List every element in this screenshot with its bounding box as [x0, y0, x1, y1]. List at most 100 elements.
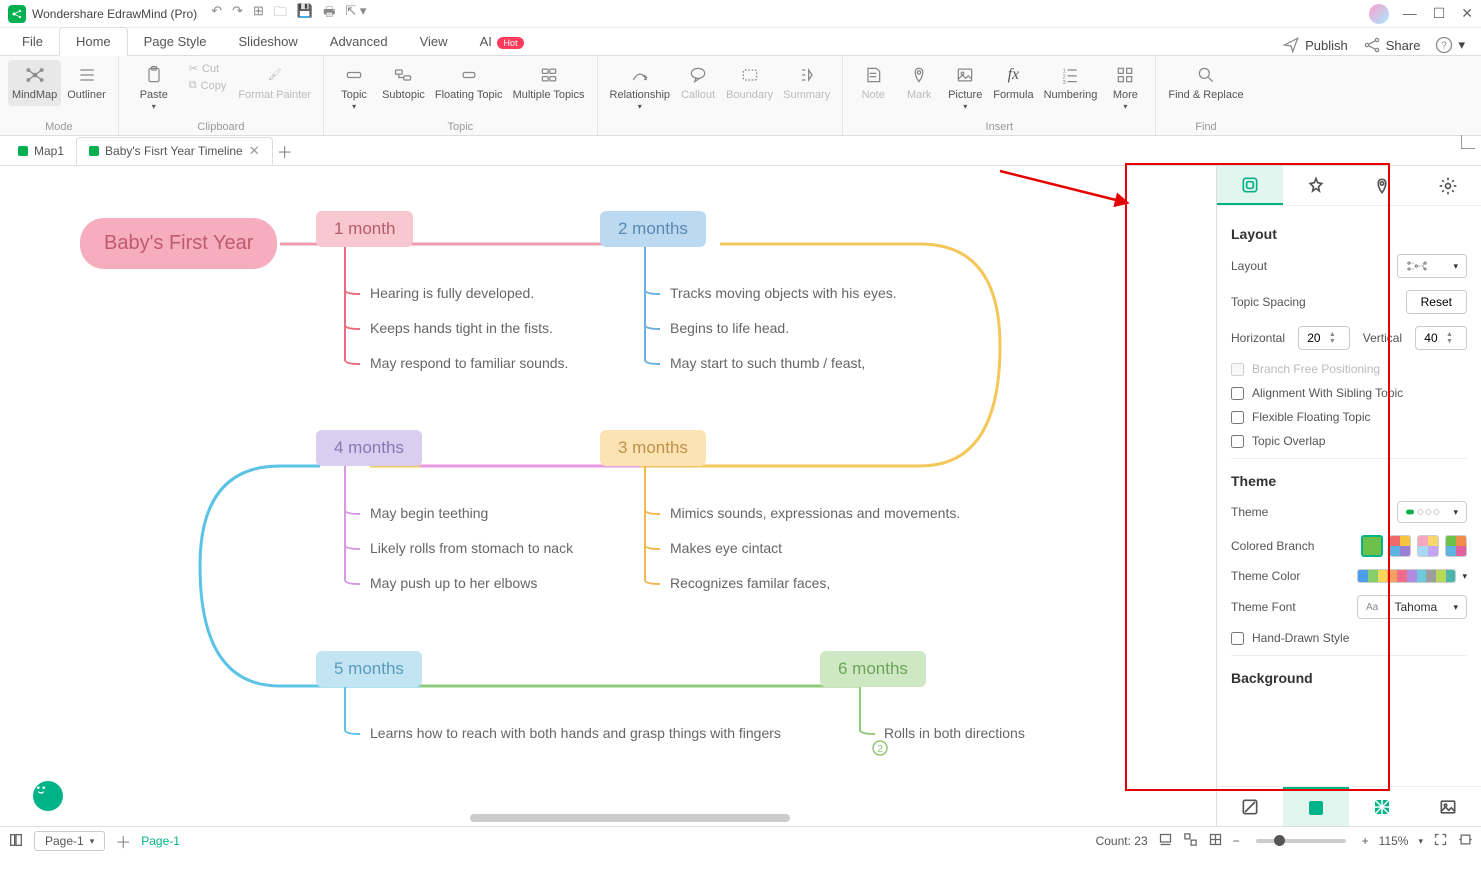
root-topic[interactable]: Baby's First Year	[80, 218, 277, 269]
leaf-m5-0[interactable]: Learns how to reach with both hands and …	[370, 725, 781, 741]
leaf-m6-0[interactable]: Rolls in both directions	[884, 725, 1025, 741]
status-icon-1[interactable]	[1158, 832, 1173, 850]
leaf-m3-1[interactable]: Makes eye cintact	[670, 540, 782, 556]
publish-button[interactable]: Publish	[1281, 35, 1348, 55]
multiple-topics-button[interactable]: Multiple Topics	[509, 60, 589, 106]
vertical-input[interactable]: ▲▼	[1415, 326, 1467, 350]
floating-topic-button[interactable]: Floating Topic	[431, 60, 507, 106]
boundary-button[interactable]: Boundary	[722, 60, 777, 106]
topic-1month[interactable]: 1 month	[316, 211, 413, 247]
user-avatar-icon[interactable]	[1369, 4, 1389, 24]
mindmap-mode-button[interactable]: MindMap	[8, 60, 61, 106]
add-page-button[interactable]: ＋	[115, 829, 131, 853]
maximize-button[interactable]: ☐	[1433, 5, 1446, 22]
subtopic-button[interactable]: Subtopic	[378, 60, 429, 106]
numbering-button[interactable]: 123Numbering	[1040, 60, 1102, 106]
open-icon[interactable]: 🗀	[274, 3, 287, 25]
more-button[interactable]: More▾	[1103, 60, 1147, 117]
collapse-ribbon-icon[interactable]	[1461, 135, 1475, 149]
paste-button[interactable]: Paste▾	[127, 60, 181, 117]
close-tab-icon[interactable]: ✕	[249, 143, 260, 159]
outline-toggle-icon[interactable]	[8, 832, 24, 851]
note-button[interactable]: Note	[851, 60, 895, 106]
redo-icon[interactable]: ↷	[232, 3, 243, 25]
menu-ai[interactable]: AI Hot	[464, 28, 540, 55]
menu-slideshow[interactable]: Slideshow	[223, 28, 314, 55]
bg-tab-none-icon[interactable]	[1217, 787, 1283, 826]
topic-4months[interactable]: 4 months	[316, 430, 422, 466]
formula-button[interactable]: fxFormula	[989, 60, 1037, 106]
doctab-map1[interactable]: Map1	[6, 137, 76, 165]
clipboard-group-label: Clipboard	[197, 121, 244, 133]
app-logo	[8, 5, 26, 23]
format-painter-button[interactable]: 🖌Format Painter	[234, 60, 315, 106]
mark-button[interactable]: Mark	[897, 60, 941, 106]
leaf-m1-1[interactable]: Keeps hands tight in the fists.	[370, 320, 553, 336]
assistant-fab-icon[interactable]	[33, 781, 63, 811]
topic-5months[interactable]: 5 months	[316, 651, 422, 687]
menu-home[interactable]: Home	[59, 27, 128, 56]
leaf-m2-1[interactable]: Begins to life head.	[670, 320, 789, 336]
share-button[interactable]: Share	[1362, 35, 1421, 55]
undo-icon[interactable]: ↶	[211, 3, 222, 25]
topic-button[interactable]: Topic▾	[332, 60, 376, 117]
minimize-button[interactable]: —	[1403, 5, 1417, 22]
doctab-baby[interactable]: Baby's Fisrt Year Timeline✕	[76, 137, 273, 165]
bg-tab-image-icon[interactable]	[1415, 787, 1481, 826]
canvas-scrollbar[interactable]	[470, 814, 790, 822]
leaf-m4-1[interactable]: Likely rolls from stomach to nack	[370, 540, 573, 556]
branch-swatch-4[interactable]	[1445, 535, 1467, 557]
leaf-m1-2[interactable]: May respond to familiar sounds.	[370, 355, 568, 371]
zoom-in-button[interactable]: +	[1362, 834, 1369, 848]
fullscreen-icon[interactable]	[1433, 832, 1448, 850]
red-highlight-box	[1125, 163, 1390, 791]
status-icon-3[interactable]	[1208, 832, 1223, 850]
leaf-m4-2[interactable]: May push up to her elbows	[370, 575, 537, 591]
reset-button[interactable]: Reset	[1406, 290, 1467, 314]
page-select[interactable]: Page-1▾	[34, 831, 105, 851]
close-button[interactable]: ✕	[1461, 5, 1473, 22]
bg-tab-pattern-icon[interactable]	[1349, 787, 1415, 826]
save-icon[interactable]: 💾	[297, 3, 313, 25]
bg-tab-solid-icon[interactable]	[1283, 787, 1349, 826]
zoom-out-button[interactable]: −	[1233, 834, 1240, 848]
zoom-slider[interactable]	[1256, 839, 1346, 843]
page-tab-1[interactable]: Page-1	[141, 834, 180, 848]
topic-3months[interactable]: 3 months	[600, 430, 706, 466]
menu-advanced[interactable]: Advanced	[314, 28, 404, 55]
theme-select[interactable]: ▾	[1397, 501, 1467, 523]
leaf-m3-2[interactable]: Recognizes familar faces,	[670, 575, 830, 591]
export-icon[interactable]: ⇱ ▾	[345, 3, 366, 25]
cut-button[interactable]: ✂Cut	[183, 60, 233, 77]
branch-swatch-3[interactable]	[1417, 535, 1439, 557]
canvas[interactable]: 2 Baby's First Year 1 month 2 months 4 m…	[0, 166, 1216, 826]
copy-button[interactable]: ⧉Copy	[183, 77, 233, 94]
branch-swatch-2[interactable]	[1389, 535, 1411, 557]
topic-6months[interactable]: 6 months	[820, 651, 926, 687]
leaf-m3-0[interactable]: Mimics sounds, expressionas and movement…	[670, 505, 960, 521]
add-tab-button[interactable]: ＋	[273, 139, 297, 163]
help-button[interactable]: ? ▾	[1434, 35, 1465, 55]
layout-select[interactable]: ▾	[1397, 254, 1467, 278]
leaf-m2-0[interactable]: Tracks moving objects with his eyes.	[670, 285, 897, 301]
status-icon-2[interactable]	[1183, 832, 1198, 850]
svg-text:2: 2	[877, 744, 883, 755]
find-replace-button[interactable]: Find & Replace	[1164, 60, 1247, 106]
menu-pagestyle[interactable]: Page Style	[128, 28, 223, 55]
new-icon[interactable]: ⊞	[253, 3, 264, 25]
topic-2months[interactable]: 2 months	[600, 211, 706, 247]
summary-button[interactable]: Summary	[779, 60, 834, 106]
relationship-button[interactable]: Relationship▾	[606, 60, 675, 117]
outliner-mode-button[interactable]: Outliner	[63, 60, 110, 106]
fit-icon[interactable]	[1458, 832, 1473, 850]
menu-view[interactable]: View	[404, 28, 464, 55]
panel-tab-settings-icon[interactable]	[1415, 166, 1481, 205]
leaf-m1-0[interactable]: Hearing is fully developed.	[370, 285, 534, 301]
zoom-value[interactable]: 115%	[1379, 834, 1409, 848]
leaf-m4-0[interactable]: May begin teething	[370, 505, 488, 521]
callout-button[interactable]: Callout	[676, 60, 720, 106]
print-icon[interactable]: 🖶	[323, 3, 335, 25]
menu-file[interactable]: File	[6, 28, 59, 55]
picture-button[interactable]: Picture▾	[943, 60, 987, 117]
leaf-m2-2[interactable]: May start to such thumb / feast,	[670, 355, 865, 371]
